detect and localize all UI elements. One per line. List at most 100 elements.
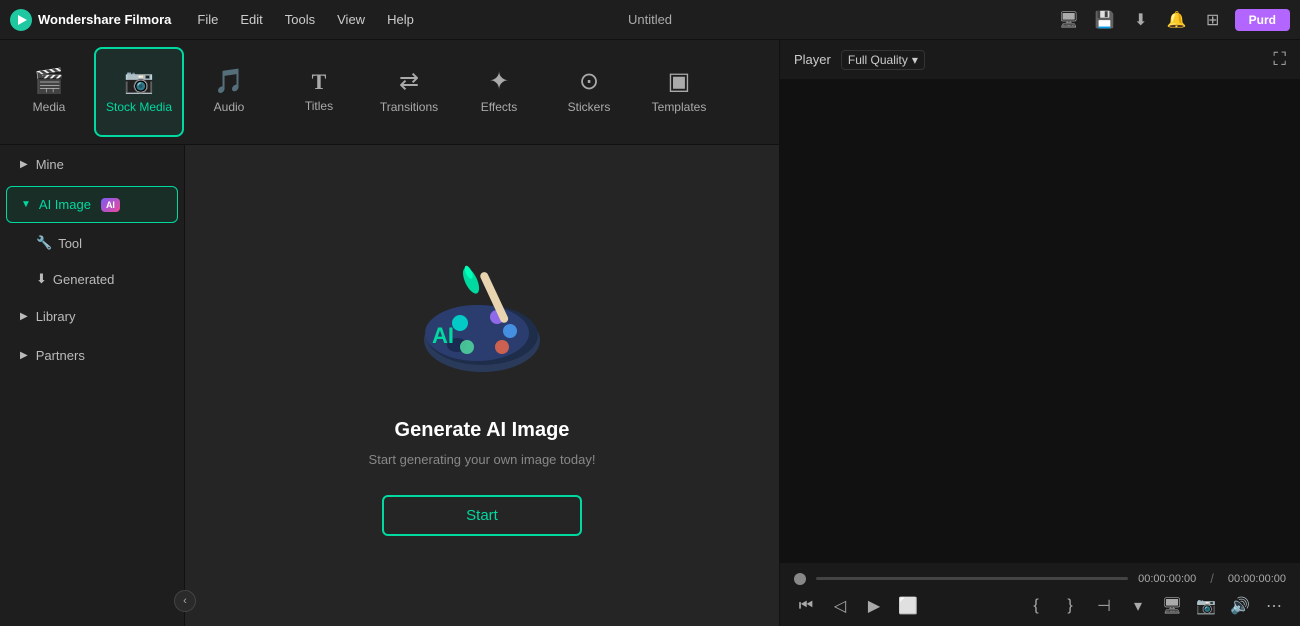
stickers-icon: ⊙ (579, 70, 599, 94)
snapshot-icon[interactable]: 📷 (1194, 594, 1218, 618)
sidebar-sub-item-generated-label: Generated (53, 272, 114, 287)
center-panel: AI Generate AI Image Start generating yo… (185, 145, 779, 626)
tab-effects[interactable]: ✦ Effects (454, 47, 544, 137)
tool-icon: 🔧 (36, 235, 52, 251)
tab-audio-label: Audio (214, 100, 245, 114)
player-controls: 00:00:00:00 / 00:00:00:00 ⏮ ◁ ▶ ⬜ { } ⊣ … (780, 562, 1300, 626)
tab-transitions-label: Transitions (380, 100, 438, 114)
sidebar-item-mine[interactable]: ▶ Mine (6, 147, 178, 182)
menu-view[interactable]: View (327, 8, 375, 31)
main-area: 🎬 Media 📷 Stock Media 🎵 Audio T Titles ⇄… (0, 40, 1300, 626)
trim-icon[interactable]: ⊣ (1092, 594, 1116, 618)
ai-illustration: AI (402, 235, 562, 395)
generate-ai-image-subtitle: Start generating your own image today! (369, 452, 596, 467)
grid-icon[interactable]: ⊞ (1199, 6, 1227, 34)
tab-media-label: Media (33, 100, 66, 114)
start-button[interactable]: Start (382, 495, 582, 536)
right-panel: Player Full Quality ▾ ⛶ 00:00:00:00 / 00… (780, 40, 1300, 626)
player-fullscreen-icon[interactable]: ⛶ (1273, 49, 1286, 70)
effects-icon: ✦ (489, 70, 509, 94)
chevron-right-library-icon: ▶ (20, 311, 28, 322)
trim-down-icon[interactable]: ▾ (1126, 594, 1150, 618)
stock-media-icon: 📷 (124, 70, 154, 94)
player-header: Player Full Quality ▾ ⛶ (780, 40, 1300, 80)
play-back-step-icon[interactable]: ◁ (828, 594, 852, 618)
time-total: 00:00:00:00 (1228, 573, 1286, 585)
generate-ai-image-title: Generate AI Image (395, 419, 570, 442)
quality-select[interactable]: Full Quality ▾ (841, 50, 925, 70)
skip-back-icon[interactable]: ⏮ (794, 594, 818, 618)
transitions-icon: ⇄ (399, 70, 419, 94)
chevron-right-icon: ▶ (20, 159, 28, 170)
quality-value: Full Quality (848, 53, 908, 67)
time-separator: / (1210, 571, 1214, 586)
tab-stock-media-label: Stock Media (106, 100, 172, 114)
templates-icon: ▣ (668, 70, 691, 94)
tab-stock-media[interactable]: 📷 Stock Media (94, 47, 184, 137)
sidebar-collapse-button[interactable]: ‹ (174, 590, 185, 612)
ai-badge: AI (101, 198, 120, 212)
tab-templates[interactable]: ▣ Templates (634, 47, 724, 137)
fullscreen-square-icon[interactable]: ⬜ (896, 594, 920, 618)
download-icon[interactable]: ⬇ (1127, 6, 1155, 34)
sidebar-sub-item-generated[interactable]: ⬇ Generated (6, 263, 178, 295)
sidebar-item-partners[interactable]: ▶ Partners (6, 338, 178, 373)
monitor-output-icon[interactable]: 🖥 (1160, 594, 1184, 618)
left-content: ▶ Mine ▼ AI Image AI 🔧 Tool ⬇ Generate (0, 145, 779, 626)
quality-chevron-icon: ▾ (912, 53, 918, 67)
sidebar-item-library-label: Library (36, 309, 76, 324)
sidebar-item-ai-image[interactable]: ▼ AI Image AI (6, 186, 178, 223)
tab-stickers[interactable]: ⊙ Stickers (544, 47, 634, 137)
svg-text:AI: AI (432, 323, 454, 348)
menu-tools[interactable]: Tools (275, 8, 325, 31)
menu-file[interactable]: File (187, 8, 228, 31)
filmora-logo-icon (10, 9, 32, 31)
menu-help[interactable]: Help (377, 8, 424, 31)
tab-stickers-label: Stickers (568, 100, 611, 114)
sidebar-item-partners-label: Partners (36, 348, 85, 363)
media-icon: 🎬 (34, 70, 64, 94)
progress-indicator[interactable] (794, 573, 806, 585)
left-panel: 🎬 Media 📷 Stock Media 🎵 Audio T Titles ⇄… (0, 40, 780, 626)
sidebar: ▶ Mine ▼ AI Image AI 🔧 Tool ⬇ Generate (0, 145, 185, 626)
app-name: Wondershare Filmora (38, 12, 171, 27)
titlebar: Wondershare Filmora File Edit Tools View… (0, 0, 1300, 40)
play-icon[interactable]: ▶ (862, 594, 886, 618)
mark-in-icon[interactable]: { (1024, 594, 1048, 618)
time-current: 00:00:00:00 (1138, 573, 1196, 585)
tab-bar: 🎬 Media 📷 Stock Media 🎵 Audio T Titles ⇄… (0, 40, 779, 145)
tab-audio[interactable]: 🎵 Audio (184, 47, 274, 137)
chevron-right-partners-icon: ▶ (20, 350, 28, 361)
save-icon[interactable]: 💾 (1091, 6, 1119, 34)
app-logo: Wondershare Filmora (10, 9, 171, 31)
titles-icon: T (312, 71, 327, 93)
tab-templates-label: Templates (652, 100, 707, 114)
tab-titles[interactable]: T Titles (274, 47, 364, 137)
notification-icon[interactable]: 🔔 (1163, 6, 1191, 34)
tab-effects-label: Effects (481, 100, 517, 114)
more-options-icon[interactable]: ⋯ (1262, 594, 1286, 618)
window-title: Untitled (628, 12, 672, 27)
sidebar-item-ai-image-label: AI Image (39, 197, 91, 212)
upgrade-button[interactable]: Purd (1235, 9, 1290, 31)
sidebar-sub-item-tool[interactable]: 🔧 Tool (6, 227, 178, 259)
audio-icon: 🎵 (214, 70, 244, 94)
sidebar-item-library[interactable]: ▶ Library (6, 299, 178, 334)
sidebar-item-mine-label: Mine (36, 157, 64, 172)
volume-icon[interactable]: 🔊 (1228, 594, 1252, 618)
menu-bar: File Edit Tools View Help (187, 8, 1054, 31)
playback-controls: ⏮ ◁ ▶ ⬜ { } ⊣ ▾ 🖥 📷 🔊 ⋯ (794, 594, 1286, 618)
progress-bar: 00:00:00:00 / 00:00:00:00 (794, 571, 1286, 586)
monitor-icon[interactable]: 🖥 (1055, 6, 1083, 34)
progress-track[interactable] (816, 577, 1128, 580)
tab-transitions[interactable]: ⇄ Transitions (364, 47, 454, 137)
mark-out-icon[interactable]: } (1058, 594, 1082, 618)
player-label: Player (794, 52, 831, 67)
tab-titles-label: Titles (305, 99, 333, 113)
generated-icon: ⬇ (36, 271, 47, 287)
sidebar-sub-item-tool-label: Tool (58, 236, 82, 251)
player-viewport (780, 80, 1300, 562)
menu-edit[interactable]: Edit (230, 8, 272, 31)
tab-media[interactable]: 🎬 Media (4, 47, 94, 137)
chevron-down-icon: ▼ (21, 199, 31, 210)
